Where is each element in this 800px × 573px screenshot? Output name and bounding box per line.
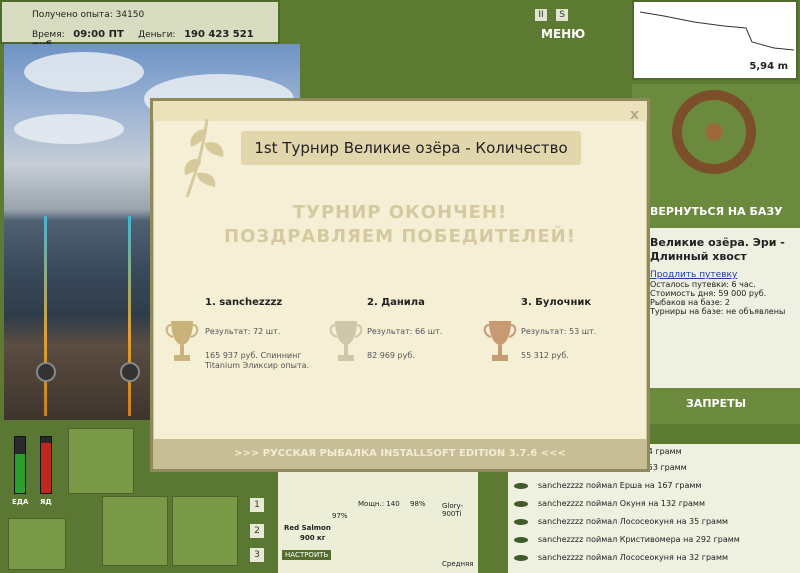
fish-icon [514, 500, 528, 507]
log-row: sanchezzzz поймал Окуня на 132 грамм [514, 496, 705, 512]
headline-line-2: ПОЗДРАВЛЯЕМ ПОБЕДИТЕЛЕЙ! [224, 226, 576, 247]
log-row: sanchezzzz поймал Ерша на 167 грамм [514, 478, 701, 494]
reel-label: Мощн.: 140 [358, 500, 400, 508]
experience-value: 34150 [115, 10, 145, 20]
fish-icon [514, 554, 528, 561]
winner-3-name: 3. Булочник [521, 297, 592, 308]
rod-case-icon[interactable] [68, 428, 134, 494]
return-to-base-button[interactable]: ВЕРНУТЬСЯ НА БАЗУ [632, 200, 800, 224]
s-icon[interactable]: S [556, 8, 569, 21]
fish-icon [514, 482, 528, 489]
food-bar [14, 436, 26, 494]
winner-3-result: Результат: 53 шт. [521, 327, 597, 336]
cloud [24, 52, 144, 92]
cloud [14, 114, 124, 144]
log-text: sanchezzzz поймал Лососеокуня на 35 грам… [538, 517, 729, 526]
poison-label: ЯД [40, 498, 52, 506]
silver-trophy-icon [329, 321, 363, 361]
time-value: 09:00 ПТ [73, 29, 124, 40]
log-text: sanchezzzz поймал Ерша на 167 грамм [538, 481, 702, 490]
location-detail: Рыбаков на базе: 2 [650, 298, 730, 307]
bans-button[interactable]: ЗАПРЕТЫ [632, 392, 800, 416]
bait-label: Glory-900Ti [442, 502, 464, 518]
log-text: sanchezzzz поймал Лососеокуня на 32 грам… [538, 553, 729, 562]
ship-wheel-icon [672, 90, 756, 174]
line-weight: 900 кг [300, 534, 326, 542]
time-label: Время: [32, 30, 65, 40]
setup-button[interactable]: НАСТРОИТЬ [282, 550, 332, 560]
slot-1-button[interactable]: 1 [250, 498, 264, 512]
log-text: sanchezzzz поймал Кристивомера на 292 гр… [538, 535, 740, 544]
reel-left-icon [36, 362, 56, 382]
money-label: Деньги: [138, 30, 176, 40]
winner-2-prize: 82 969 руб. [367, 351, 415, 360]
pot-icon[interactable] [8, 518, 66, 570]
depth-value: 5,94 m [749, 61, 788, 72]
slot-3-button[interactable]: 3 [250, 548, 264, 562]
log-row: sanchezzzz поймал Лососеокуня на 32 грам… [514, 550, 728, 566]
bronze-trophy-icon [483, 321, 517, 361]
winner-1-name: 1. sanchezzzz [205, 297, 283, 308]
log-row: sanchezzzz поймал Кристивомера на 292 гр… [514, 532, 740, 548]
winner-1-prize: 165 937 руб. Спиннинг Titanium Эликсир о… [205, 351, 310, 370]
gold-trophy-icon [165, 321, 199, 361]
hook-label: Средняя [442, 560, 474, 568]
depth-graph: 5,94 m [632, 0, 798, 80]
reel-right-icon [120, 362, 140, 382]
experience-row: Получено опыта: 34150 [32, 10, 144, 20]
pause-icon[interactable]: II [535, 8, 547, 21]
headline-line-1: ТУРНИР ОКОНЧЕН! [292, 202, 508, 223]
log-row: sanchezzzz поймал Лососеокуня на 35 грам… [514, 514, 728, 530]
winner-1-result: Результат: 72 шт. [205, 327, 281, 336]
extend-ticket-link[interactable]: Продлить путевку [650, 270, 796, 280]
location-detail: Турниры на базе: не объявлены [650, 307, 786, 316]
slot-2-button[interactable]: 2 [250, 524, 264, 538]
location-detail: Стоимость дня: 59 000 руб. [650, 289, 767, 298]
fishing-rod-left[interactable] [44, 216, 47, 416]
location-title: Великие озёра. Эри - Длинный хвост [650, 236, 785, 263]
tournament-results-dialog: x 1st Турнир Великие озёра - Количество … [150, 98, 650, 472]
close-icon[interactable]: x [630, 107, 639, 123]
winner-2-name: 2. Данила [367, 297, 425, 308]
reel-percent: 98% [410, 500, 426, 508]
fishing-rod-right[interactable] [128, 216, 131, 416]
fish-icon [514, 536, 528, 543]
tools-icon[interactable] [102, 496, 168, 566]
status-panel: Получено опыта: 34150 Время: 09:00 ПТ Де… [0, 0, 280, 51]
fish-icon[interactable] [172, 496, 238, 566]
menu-button[interactable]: МЕНЮ [541, 27, 585, 41]
lure-percent: 97% [332, 512, 348, 520]
location-info: Великие озёра. Эри - Длинный хвост Продл… [632, 228, 800, 388]
food-label: ЕДА [12, 498, 29, 506]
right-panel: ВЕРНУТЬСЯ НА БАЗУ Великие озёра. Эри - Д… [632, 84, 800, 424]
line-label: Red Salmon [284, 524, 331, 532]
winner-3-prize: 55 312 руб. [521, 351, 569, 360]
experience-label: Получено опыта: [32, 10, 113, 20]
poison-bar [40, 436, 52, 494]
dialog-title: 1st Турнир Великие озёра - Количество [241, 131, 581, 165]
winner-2-result: Результат: 66 шт. [367, 327, 443, 336]
wheat-icon [184, 118, 224, 198]
top-toolbar: II S МЕНЮ [535, 4, 625, 41]
location-detail: Осталось путевки: 6 час. [650, 280, 756, 289]
dialog-headline: ТУРНИР ОКОНЧЕН! ПОЗДРАВЛЯЕМ ПОБЕДИТЕЛЕЙ! [153, 201, 647, 249]
dialog-footer: >>> РУССКАЯ РЫБАЛКА INSTALLSOFT EDITION … [153, 439, 647, 469]
log-text: sanchezzzz поймал Окуня на 132 грамм [538, 499, 705, 508]
fish-icon [514, 518, 528, 525]
